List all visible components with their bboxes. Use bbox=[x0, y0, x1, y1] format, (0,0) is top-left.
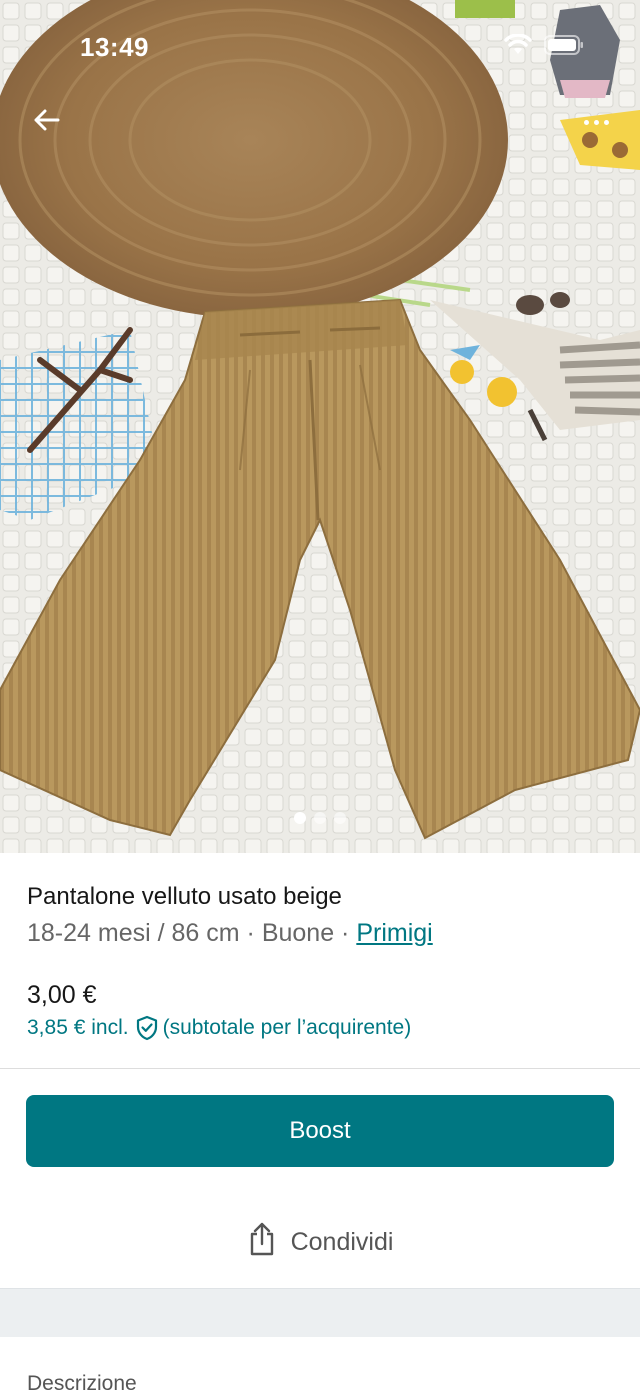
more-dot-icon bbox=[583, 119, 589, 125]
status-icons bbox=[504, 34, 584, 56]
meta-separator: · bbox=[239, 919, 262, 947]
description-label: Descrizione bbox=[27, 1372, 137, 1395]
price-incl-note: (subtotale per l’acquirente) bbox=[162, 1016, 412, 1039]
item-condition: Buone bbox=[261, 919, 335, 947]
status-time: 13:49 bbox=[80, 32, 149, 62]
shield-check-icon bbox=[135, 1015, 159, 1041]
boost-button[interactable]: Boost bbox=[26, 1095, 614, 1167]
item-brand-link[interactable]: Primigi bbox=[356, 919, 432, 947]
price-incl: 3,85 € incl. bbox=[27, 1016, 129, 1039]
photo-page-indicator[interactable] bbox=[0, 812, 640, 824]
item-price: 3,00 € bbox=[27, 981, 97, 1009]
arrow-left-icon bbox=[32, 108, 60, 137]
page-dot-2[interactable] bbox=[314, 812, 326, 824]
item-size: 18-24 mesi / 86 cm bbox=[27, 919, 240, 947]
share-icon bbox=[247, 1222, 277, 1263]
more-dot-icon bbox=[593, 119, 599, 125]
buyer-price-info[interactable]: 3,85 € incl. (subtotale per l’acquirente… bbox=[27, 1015, 411, 1041]
page-dot-1[interactable] bbox=[294, 812, 306, 824]
photo-scene bbox=[0, 0, 640, 853]
item-meta: 18-24 mesi / 86 cm · Buone · Primigi bbox=[27, 919, 433, 948]
item-title: Pantalone velluto usato beige bbox=[27, 883, 342, 910]
share-label: Condividi bbox=[290, 1227, 394, 1256]
section-spacer bbox=[0, 1288, 640, 1337]
divider bbox=[0, 1068, 640, 1069]
page-dot-3[interactable] bbox=[334, 812, 346, 824]
item-photo[interactable]: 13:49 bbox=[0, 0, 640, 853]
status-bar: 13:49 bbox=[0, 0, 640, 96]
share-button[interactable]: Condividi bbox=[0, 1210, 640, 1274]
wifi-icon bbox=[504, 34, 532, 56]
battery-icon bbox=[544, 35, 584, 55]
back-button[interactable] bbox=[22, 100, 70, 144]
more-options-button[interactable] bbox=[572, 108, 620, 136]
more-dot-icon bbox=[603, 119, 609, 125]
meta-separator: · bbox=[334, 919, 357, 947]
